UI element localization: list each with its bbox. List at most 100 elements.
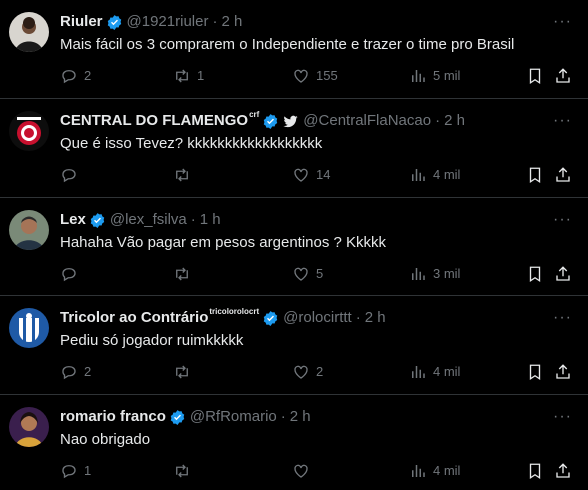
- share-icon: [556, 364, 570, 379]
- verified-badge-icon: [107, 14, 121, 30]
- more-options-icon[interactable]: ···: [553, 212, 572, 228]
- more-options-icon[interactable]: ···: [553, 14, 572, 30]
- display-name[interactable]: Tricolor ao Contrário: [60, 308, 208, 328]
- avatar[interactable]: [9, 111, 49, 151]
- user-handle[interactable]: @lex_fsilva: [110, 210, 187, 230]
- avatar[interactable]: [9, 12, 49, 52]
- bookmark-button[interactable]: [526, 462, 550, 480]
- display-name[interactable]: Riuler: [60, 12, 103, 32]
- timestamp[interactable]: 2 h: [444, 111, 465, 131]
- views-button[interactable]: 4 mil: [409, 166, 460, 184]
- retweet-button[interactable]: [173, 462, 197, 480]
- tweet[interactable]: ··· Lex @lex_fsilva · 1 h Hahaha Vão pag…: [0, 198, 588, 296]
- separator-dot: ·: [355, 309, 361, 326]
- heart-icon: [294, 69, 308, 83]
- heart-icon: [294, 365, 308, 379]
- tweet-text: Mais fácil os 3 comprarem o Independient…: [60, 36, 515, 53]
- display-name[interactable]: CENTRAL DO FLAMENGO: [60, 111, 248, 131]
- verified-badge-icon: [264, 113, 278, 129]
- like-button[interactable]: 5: [292, 265, 323, 283]
- tweet[interactable]: ··· CENTRAL DO FLAMENGO crf @CentralFlaN…: [0, 99, 588, 198]
- display-name[interactable]: Lex: [60, 210, 86, 230]
- bookmark-icon: [529, 167, 541, 184]
- share-button[interactable]: [554, 67, 578, 85]
- separator-dot: ·: [212, 13, 218, 30]
- tweet[interactable]: ··· Riuler @1921riuler · 2 h Mais fácil …: [0, 0, 588, 99]
- share-button[interactable]: [554, 363, 578, 381]
- like-button[interactable]: [292, 462, 316, 480]
- separator-dot: ·: [280, 408, 286, 425]
- like-count: 155: [316, 68, 338, 83]
- timestamp[interactable]: 2 h: [365, 308, 386, 328]
- bookmark-button[interactable]: [526, 166, 550, 184]
- like-button[interactable]: 155: [292, 67, 338, 85]
- reply-count: 1: [84, 463, 92, 478]
- verified-badge-icon: [90, 212, 105, 228]
- reply-icon: [62, 268, 76, 282]
- views-chart-icon: [412, 268, 425, 280]
- views-chart-icon: [412, 465, 425, 477]
- user-handle[interactable]: @CentralFlaNacao: [303, 111, 431, 131]
- like-button[interactable]: 2: [292, 363, 323, 381]
- timestamp[interactable]: 1 h: [200, 210, 221, 230]
- tweet[interactable]: ··· romario franco @RfRomario · 2 h Nao …: [0, 395, 588, 490]
- action-bar: 2 2 4 mil: [60, 355, 588, 389]
- share-icon: [556, 167, 570, 182]
- more-options-icon[interactable]: ···: [553, 310, 572, 326]
- retweet-button[interactable]: [173, 166, 197, 184]
- retweet-button[interactable]: [173, 363, 197, 381]
- like-button[interactable]: 14: [292, 166, 330, 184]
- avatar[interactable]: [9, 407, 49, 447]
- reply-button[interactable]: 2: [60, 363, 91, 381]
- views-button[interactable]: 5 mil: [409, 67, 460, 85]
- retweet-icon: [176, 365, 188, 379]
- action-bar: 2 1 155 5 mil: [60, 59, 588, 93]
- bookmark-button[interactable]: [526, 67, 550, 85]
- timestamp[interactable]: 2 h: [221, 12, 242, 32]
- timestamp[interactable]: 2 h: [290, 407, 311, 427]
- views-button[interactable]: 3 mil: [409, 265, 460, 283]
- avatar[interactable]: [9, 210, 49, 250]
- display-name[interactable]: romario franco: [60, 407, 166, 427]
- views-count: 3 mil: [433, 266, 461, 281]
- reply-count: 2: [84, 68, 92, 83]
- views-chart-icon: [412, 366, 425, 378]
- action-bar: 1 4 mil: [60, 454, 588, 488]
- reply-button[interactable]: [60, 265, 84, 283]
- share-button[interactable]: [554, 462, 578, 480]
- tweet[interactable]: ··· Tricolor ao Contrário tricolorolocrt…: [0, 296, 588, 395]
- views-button[interactable]: 4 mil: [409, 363, 460, 381]
- retweet-button[interactable]: [173, 265, 197, 283]
- bookmark-icon: [529, 266, 541, 283]
- user-handle[interactable]: @rolocirttt: [283, 308, 352, 328]
- retweet-icon: [176, 69, 188, 83]
- views-count: 4 mil: [433, 167, 461, 182]
- share-icon: [556, 463, 570, 478]
- share-icon: [556, 68, 570, 83]
- bookmark-button[interactable]: [526, 265, 550, 283]
- reply-icon: [62, 465, 76, 479]
- views-chart-icon: [412, 70, 425, 82]
- reply-button[interactable]: 2: [60, 67, 91, 85]
- retweet-count: 1: [197, 68, 205, 83]
- reply-button[interactable]: [60, 166, 84, 184]
- tweet-text: Que é isso Tevez? kkkkkkkkkkkkkkkkkk: [60, 135, 323, 152]
- action-bar: 5 3 mil: [60, 257, 588, 291]
- user-handle[interactable]: @RfRomario: [190, 407, 277, 427]
- retweet-button[interactable]: 1: [173, 67, 204, 85]
- user-handle[interactable]: @1921riuler: [127, 12, 209, 32]
- more-options-icon[interactable]: ···: [553, 113, 572, 129]
- share-button[interactable]: [554, 265, 578, 283]
- bookmark-icon: [529, 463, 541, 480]
- bookmark-button[interactable]: [526, 363, 550, 381]
- views-button[interactable]: 4 mil: [409, 462, 460, 480]
- share-button[interactable]: [554, 166, 578, 184]
- more-options-icon[interactable]: ···: [553, 409, 572, 425]
- separator-dot: ·: [435, 112, 441, 129]
- retweet-icon: [176, 464, 188, 478]
- share-icon: [556, 266, 570, 281]
- reply-icon: [62, 366, 76, 380]
- tweet-text: Pediu só jogador ruimkkkkk: [60, 332, 244, 349]
- reply-button[interactable]: 1: [60, 462, 91, 480]
- avatar[interactable]: [9, 308, 49, 348]
